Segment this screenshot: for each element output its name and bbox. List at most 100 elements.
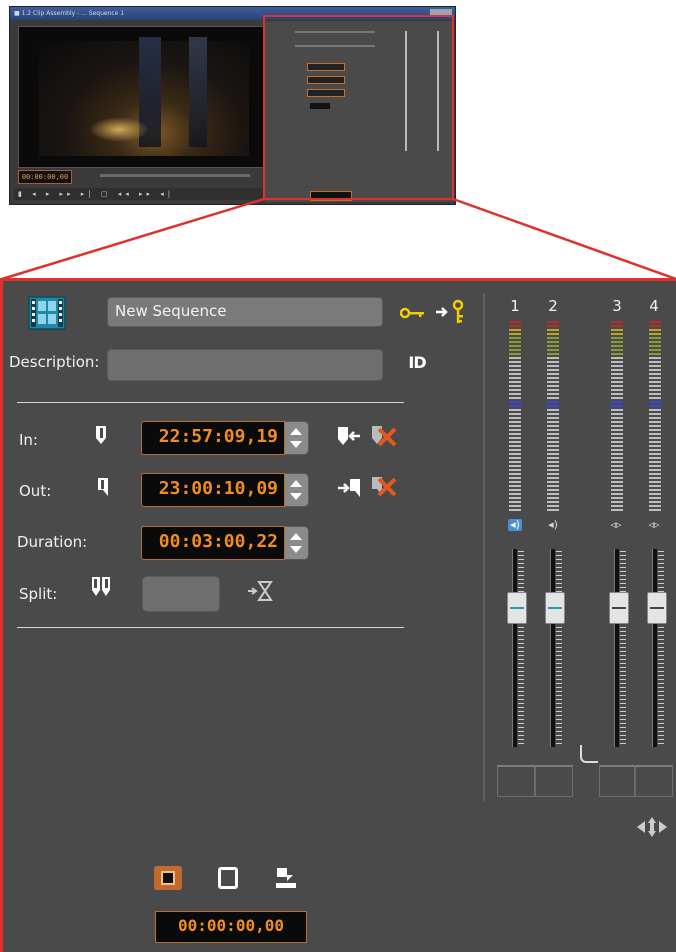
meter-segment [649,401,661,403]
meter-segment [547,357,559,359]
channel-2-fader-track[interactable] [550,549,555,747]
go-to-in-icon[interactable] [336,425,362,449]
channel-link-icon[interactable] [580,745,598,763]
meter-segment [649,473,661,475]
key-icon[interactable] [399,305,426,319]
meter-segment [649,321,661,323]
meter-segment [547,477,559,479]
separator-middle [17,627,404,628]
channel-3-fader-track[interactable] [614,549,619,747]
meter-segment [611,501,623,503]
meter-segment [547,369,559,371]
meter-segment [611,365,623,367]
channel-1-speaker-icon[interactable]: ◂) [508,519,522,531]
channel-3-number: 3 [612,297,622,315]
meter-segment [547,473,559,475]
meter-segment [547,373,559,375]
meter-segment [547,393,559,395]
meter-segment [509,413,521,415]
meter-segment [611,457,623,459]
meter-segment [509,381,521,383]
pan-arrows-icon[interactable] [635,815,669,839]
meter-segment [611,329,623,331]
meter-segment [649,341,661,343]
in-label: In: [19,431,38,449]
in-timecode-field[interactable]: 22:57:09,19 [141,421,285,455]
meter-segment [547,361,559,363]
meter-segment [649,465,661,467]
channel-4-fader-knob[interactable] [647,592,667,624]
meter-segment [649,433,661,435]
channel-3-fader-knob[interactable] [609,592,629,624]
channel-3-output-box [599,765,635,797]
meter-segment [547,417,559,419]
out-spinner[interactable] [285,473,309,507]
meter-segment [547,481,559,483]
meter-segment [509,345,521,347]
meter-segment [649,489,661,491]
channel-2-fader-knob[interactable] [545,592,565,624]
channel-1-output-box [497,765,535,797]
split-timer-icon[interactable] [246,580,274,602]
channel-2-speaker-icon[interactable]: ◂) [546,519,560,531]
meter-segment [611,385,623,387]
meter-segment [611,397,623,399]
description-field[interactable] [107,349,383,381]
meter-segment [611,325,623,327]
meter-segment [509,501,521,503]
meter-segment [649,385,661,387]
clear-out-icon[interactable] [369,474,399,500]
channel-4-fader-track[interactable] [652,549,657,747]
meter-segment [547,493,559,495]
meter-segment [509,457,521,459]
channel-4-speaker-icon[interactable]: ◃▹ [647,519,661,531]
channel-3-level-meter [611,321,623,513]
split-value-field[interactable] [142,576,220,612]
meter-segment [611,465,623,467]
channel-1-number: 1 [510,297,520,315]
meter-segment [547,465,559,467]
meter-segment [509,349,521,351]
channel-1-fader-knob[interactable] [507,592,527,624]
channel-3-speaker-icon[interactable]: ◃▹ [609,519,623,531]
id-icon[interactable]: ID [402,353,432,375]
meter-segment [649,405,661,407]
meter-segment [547,469,559,471]
record-timecode-display: 00:00:00,00 [155,911,307,943]
meter-segment [611,389,623,391]
description-label: Description: [9,353,100,371]
meter-segment [649,429,661,431]
sequence-name-field[interactable]: New Sequence [107,297,383,327]
in-spinner[interactable] [285,421,309,455]
clear-in-icon[interactable] [369,423,399,449]
channel-1-fader-track[interactable] [512,549,517,747]
export-icon[interactable] [273,865,299,891]
meter-segment [649,457,661,459]
duration-timecode-field[interactable]: 00:03:00,22 [141,526,285,560]
out-timecode-field[interactable]: 23:00:10,09 [141,473,285,507]
mark-out-icon[interactable] [95,476,111,500]
stop-button[interactable] [218,867,238,889]
meter-segment [547,441,559,443]
split-marker-icon[interactable] [89,575,113,601]
meter-segment [509,393,521,395]
meter-segment [547,381,559,383]
meter-segment [649,369,661,371]
duration-spinner[interactable] [285,526,309,560]
meter-segment [611,481,623,483]
thumbnail-video-preview [18,26,270,168]
channel-2-number: 2 [548,297,558,315]
meter-segment [509,341,521,343]
channel-2-level-meter [547,321,559,513]
separator-top [17,402,404,403]
record-button[interactable] [154,866,182,890]
meter-segment [649,441,661,443]
key-add-icon[interactable] [434,299,468,325]
meter-segment [649,421,661,423]
split-label: Split: [19,585,58,603]
meter-segment [611,405,623,407]
meter-segment [611,381,623,383]
meter-segment [547,485,559,487]
go-to-out-icon[interactable] [336,477,362,501]
mark-in-icon[interactable] [93,424,109,448]
